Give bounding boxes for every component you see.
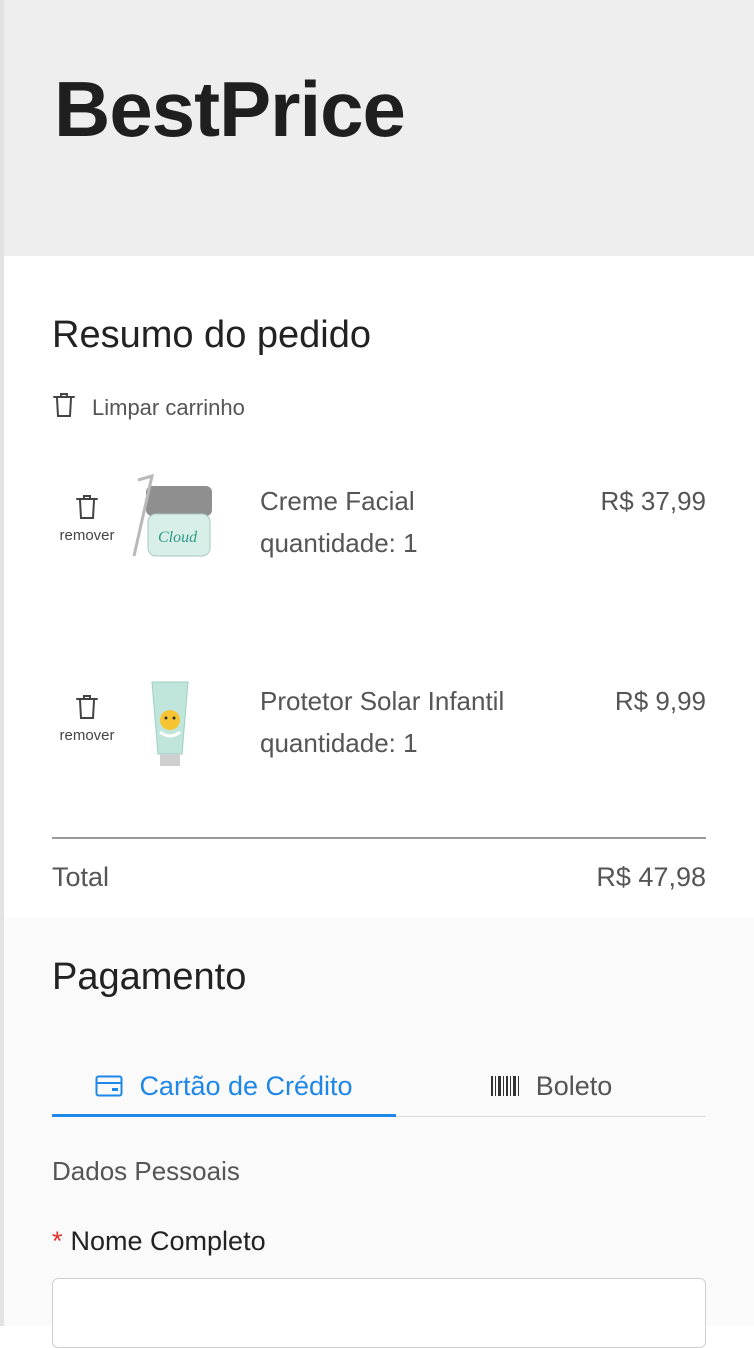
order-summary-title: Resumo do pedido <box>52 314 371 356</box>
remove-label: remover <box>59 527 115 544</box>
required-mark: * <box>52 1226 63 1256</box>
personal-data-title: Dados Pessoais <box>52 1156 240 1186</box>
cart-item: remover Protetor Solar Infantil quantida… <box>52 674 706 784</box>
barcode-icon <box>490 1075 520 1097</box>
sunscreen-tube-icon <box>124 674 216 774</box>
remove-item-button[interactable]: remover <box>52 494 122 544</box>
svg-text:Cloud: Cloud <box>158 529 198 546</box>
clear-cart-button[interactable]: Limpar carrinho <box>52 392 245 423</box>
full-name-label-text: Nome Completo <box>70 1226 266 1256</box>
order-summary: Resumo do pedido Limpar carrinho remover <box>4 256 754 918</box>
clear-cart-label: Limpar carrinho <box>92 394 245 420</box>
full-name-label: * Nome Completo <box>52 1226 266 1257</box>
tab-credit-card[interactable]: Cartão de Crédito <box>52 1058 396 1114</box>
site-header: BestPrice <box>4 0 754 256</box>
trash-icon <box>75 695 99 724</box>
tab-credit-card-label: Cartão de Crédito <box>139 1070 353 1101</box>
full-name-input[interactable] <box>52 1278 706 1348</box>
trash-icon <box>75 495 99 524</box>
total-divider <box>52 837 706 839</box>
payment-section: Pagamento Cartão de Crédito Boleto Dados… <box>4 918 754 1348</box>
tab-boleto[interactable]: Boleto <box>396 1058 706 1114</box>
trash-icon <box>52 392 76 423</box>
item-quantity: quantidade: 1 <box>260 528 418 558</box>
remove-label: remover <box>59 727 115 744</box>
cart-item: remover Cloud Creme Facial quantidade: 1… <box>52 473 706 584</box>
active-tab-indicator <box>52 1114 396 1117</box>
remove-item-button[interactable]: remover <box>52 694 122 744</box>
item-name: Protetor Solar Infantil <box>260 686 505 716</box>
item-name: Creme Facial <box>260 486 415 516</box>
total-label: Total <box>52 862 110 892</box>
tab-boleto-label: Boleto <box>535 1070 613 1101</box>
credit-card-icon <box>95 1075 123 1097</box>
item-price: R$ 9,99 <box>614 686 706 716</box>
brand-logo[interactable]: BestPrice <box>54 64 406 155</box>
item-price: R$ 37,99 <box>600 486 706 516</box>
total-value: R$ 47,98 <box>596 862 706 892</box>
item-quantity: quantidade: 1 <box>260 728 418 758</box>
cream-jar-icon: Cloud <box>124 473 216 574</box>
payment-title: Pagamento <box>52 956 247 998</box>
